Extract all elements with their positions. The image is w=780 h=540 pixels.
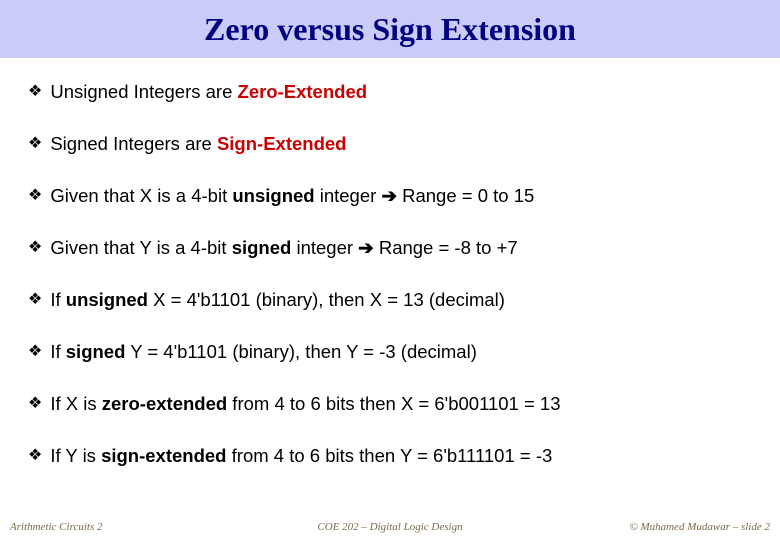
diamond-bullet-icon: ❖ <box>28 444 42 468</box>
bullet-text: If unsigned X = 4'b1101 (binary), then X… <box>50 288 752 312</box>
bullet-text: Unsigned Integers are Zero-Extended <box>50 80 752 104</box>
footer-center: COE 202 – Digital Logic Design <box>317 521 462 533</box>
bullet-item: ❖ Unsigned Integers are Zero-Extended <box>28 80 752 104</box>
bullet-text: If X is zero-extended from 4 to 6 bits t… <box>50 392 752 416</box>
bullet-text: Signed Integers are Sign-Extended <box>50 132 752 156</box>
diamond-bullet-icon: ❖ <box>28 288 42 312</box>
bullet-text: Given that Y is a 4-bit signed integer ➔… <box>50 236 752 260</box>
diamond-bullet-icon: ❖ <box>28 236 42 260</box>
title-bar: Zero versus Sign Extension <box>0 0 780 58</box>
bullet-item: ❖ If unsigned X = 4'b1101 (binary), then… <box>28 288 752 312</box>
diamond-bullet-icon: ❖ <box>28 392 42 416</box>
bullet-item: ❖ Signed Integers are Sign-Extended <box>28 132 752 156</box>
slide-footer: Arithmetic Circuits 2 COE 202 – Digital … <box>0 518 780 540</box>
bullet-item: ❖ If Y is sign-extended from 4 to 6 bits… <box>28 444 752 468</box>
slide-content: ❖ Unsigned Integers are Zero-Extended ❖ … <box>0 58 780 468</box>
diamond-bullet-icon: ❖ <box>28 132 42 156</box>
diamond-bullet-icon: ❖ <box>28 340 42 364</box>
bullet-text: If signed Y = 4'b1101 (binary), then Y =… <box>50 340 752 364</box>
footer-right: © Muhamed Mudawar – slide 2 <box>629 521 770 533</box>
bullet-item: ❖ If X is zero-extended from 4 to 6 bits… <box>28 392 752 416</box>
diamond-bullet-icon: ❖ <box>28 184 42 208</box>
slide-title: Zero versus Sign Extension <box>204 11 576 48</box>
bullet-item: ❖ If signed Y = 4'b1101 (binary), then Y… <box>28 340 752 364</box>
diamond-bullet-icon: ❖ <box>28 80 42 104</box>
bullet-item: ❖ Given that X is a 4-bit unsigned integ… <box>28 184 752 208</box>
bullet-text: If Y is sign-extended from 4 to 6 bits t… <box>50 444 752 468</box>
bullet-item: ❖ Given that Y is a 4-bit signed integer… <box>28 236 752 260</box>
bullet-text: Given that X is a 4-bit unsigned integer… <box>50 184 752 208</box>
footer-left: Arithmetic Circuits 2 <box>10 521 102 533</box>
